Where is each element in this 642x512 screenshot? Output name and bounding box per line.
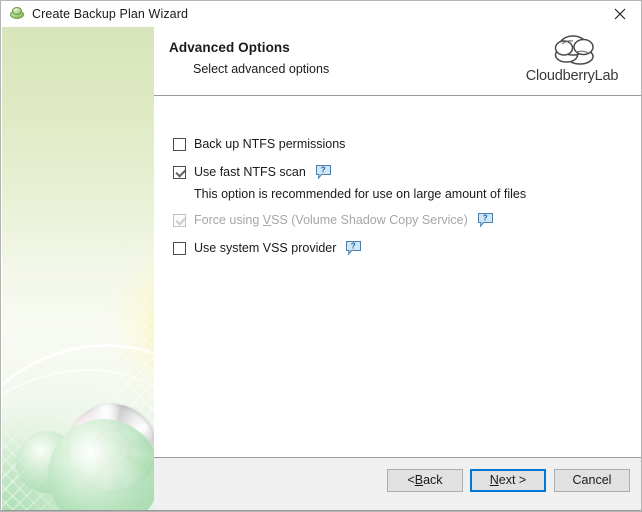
option-backup-ntfs-permissions[interactable]: Back up NTFS permissions — [173, 135, 345, 153]
brand-name: CloudberryLab — [525, 68, 619, 84]
checkbox-force-using-vss — [173, 213, 186, 227]
help-question-icon-system-vss-provider[interactable]: ? — [346, 241, 362, 255]
banner-fade-overlay — [2, 27, 154, 511]
svg-text:?: ? — [483, 214, 488, 223]
option-label-force-using-vss: Force using VSS (Volume Shadow Copy Serv… — [194, 213, 468, 227]
back-button[interactable]: < Back — [387, 469, 463, 492]
wizard-banner-image — [2, 27, 154, 511]
wizard-window: Create Backup Plan Wizard Advanced Optio… — [0, 0, 642, 512]
option-use-system-vss-provider[interactable]: Use system VSS provider ? — [173, 239, 362, 257]
title-bar: Create Backup Plan Wizard — [1, 1, 641, 27]
wizard-content: Advanced Options Select advanced options — [154, 27, 641, 511]
options-panel: Back up NTFS permissions Use fast NTFS s… — [154, 96, 641, 457]
next-button[interactable]: Next > — [470, 469, 546, 492]
svg-text:?: ? — [321, 166, 326, 175]
option-hint-text: This option is recommended for use on la… — [194, 187, 527, 201]
option-use-fast-ntfs-scan[interactable]: Use fast NTFS scan ? — [173, 163, 331, 181]
option-label-use-system-vss-provider: Use system VSS provider — [194, 241, 337, 255]
window-title: Create Backup Plan Wizard — [32, 7, 189, 21]
cloud-logo-icon — [550, 32, 598, 66]
page-title: Advanced Options — [169, 40, 290, 55]
checkbox-backup-ntfs-permissions[interactable] — [173, 137, 186, 151]
window-bottom-edge — [1, 510, 641, 511]
help-question-icon-force-using-vss[interactable]: ? — [477, 213, 493, 227]
svg-text:?: ? — [351, 242, 356, 251]
brand-logo: CloudberryLab — [512, 32, 632, 94]
help-question-icon-fast-ntfs-scan[interactable]: ? — [315, 165, 331, 179]
wizard-footer: < Back Next > Cancel — [154, 458, 641, 511]
checkbox-use-fast-ntfs-scan[interactable] — [173, 165, 186, 179]
close-icon — [614, 8, 626, 20]
cancel-button[interactable]: Cancel — [554, 469, 630, 492]
option-label-use-fast-ntfs-scan: Use fast NTFS scan — [194, 165, 306, 179]
page-subtitle: Select advanced options — [193, 62, 330, 76]
checkbox-use-system-vss-provider[interactable] — [173, 241, 186, 255]
option-force-using-vss: Force using VSS (Volume Shadow Copy Serv… — [173, 211, 493, 229]
wizard-header: Advanced Options Select advanced options — [154, 27, 641, 95]
option-label-backup-ntfs-permissions: Back up NTFS permissions — [194, 137, 346, 151]
close-button[interactable] — [597, 2, 641, 27]
cloudberry-cloud-icon — [9, 6, 25, 22]
